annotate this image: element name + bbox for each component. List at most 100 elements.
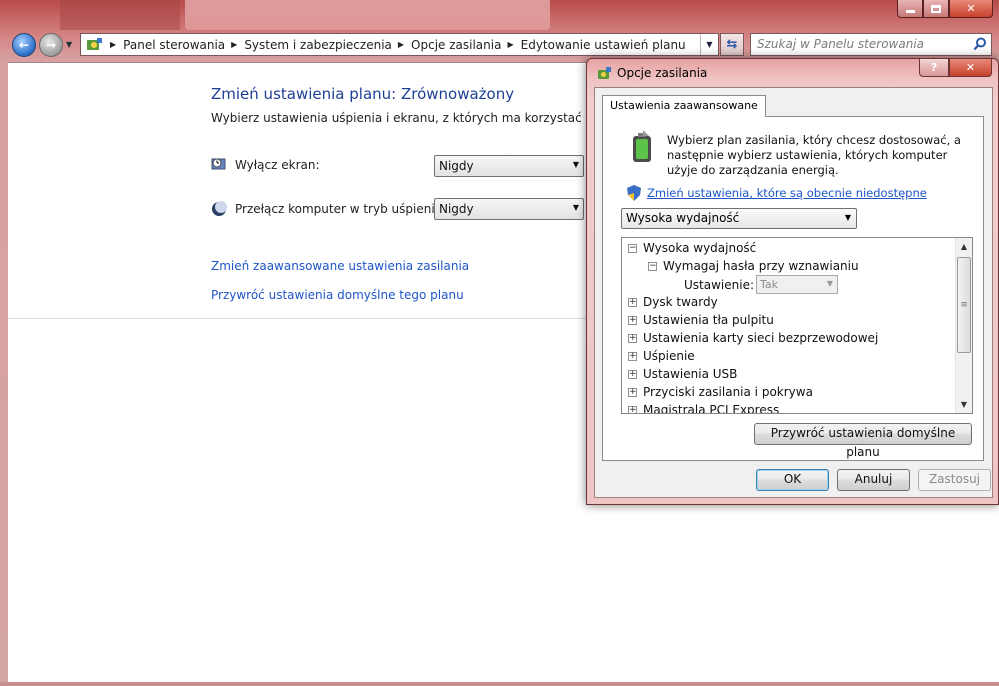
display-off-value: Nigdy <box>439 159 474 173</box>
breadcrumb-separator-icon[interactable]: ▶ <box>398 40 404 49</box>
chevron-down-icon: ▼ <box>572 160 579 169</box>
tree-item-label: Magistrala PCI Express <box>643 403 780 414</box>
tree-item[interactable]: + Ustawienia USB <box>628 367 737 381</box>
tree-item-label: Uśpienie <box>643 349 695 363</box>
tree-child[interactable]: − Wymagaj hasła przy wznawianiu <box>648 259 859 273</box>
expand-icon[interactable]: + <box>628 405 637 413</box>
forward-arrow-icon: → <box>45 38 57 52</box>
uac-shield-icon <box>627 185 641 201</box>
tree-scrollbar[interactable]: ▲ ≡ ▼ <box>955 238 972 413</box>
expand-icon[interactable]: + <box>628 387 637 397</box>
background-window-glimpse <box>185 0 550 30</box>
search-icon[interactable] <box>973 37 987 54</box>
breadcrumb-item[interactable]: System i zabezpieczenia <box>244 38 392 52</box>
intro-text: Wybierz plan zasilania, który chcesz dos… <box>667 133 961 177</box>
tree-item[interactable]: + Uśpienie <box>628 349 695 363</box>
refresh-button[interactable]: ⇆ <box>720 33 744 56</box>
moon-icon <box>212 201 227 216</box>
sleep-select[interactable]: Nigdy ▼ <box>434 198 584 220</box>
close-icon: ✕ <box>966 2 976 15</box>
breadcrumb-separator-icon[interactable]: ▶ <box>231 40 237 49</box>
expand-icon[interactable]: + <box>628 369 637 379</box>
chevron-down-icon: ▼ <box>826 279 833 288</box>
collapse-icon[interactable]: − <box>628 243 637 253</box>
advanced-settings-link[interactable]: Zmień zaawansowane ustawienia zasilania <box>211 259 469 273</box>
setting-row: Ustawienie: Tak ▼ <box>684 275 838 294</box>
close-icon: ✕ <box>965 61 976 74</box>
dialog-close-button[interactable]: ✕ <box>949 59 992 77</box>
cancel-button[interactable]: Anuluj <box>837 469 910 491</box>
tab-advanced-settings[interactable]: Ustawienia zaawansowane <box>602 95 766 117</box>
page-subtitle: Wybierz ustawienia uśpienia i ekranu, z … <box>211 111 647 125</box>
expand-icon[interactable]: + <box>628 351 637 361</box>
recent-pages-dropdown[interactable]: ▼ <box>66 40 72 49</box>
tree-root[interactable]: − Wysoka wydajność <box>628 241 756 255</box>
tree-item[interactable]: + Przyciski zasilania i pokrywa <box>628 385 813 399</box>
breadcrumb-item[interactable]: Edytowanie ustawień planu <box>521 38 686 52</box>
chevron-down-icon: ▼ <box>572 203 579 212</box>
search-input[interactable]: Szukaj w Panelu sterowania <box>750 33 992 56</box>
breadcrumb-item[interactable]: Opcje zasilania <box>411 38 501 52</box>
change-unavailable-settings-link[interactable]: Zmień ustawienia, które są obecnie niedo… <box>627 185 927 201</box>
scroll-up-icon[interactable]: ▲ <box>956 238 972 255</box>
expand-icon[interactable]: + <box>628 297 637 307</box>
display-off-select[interactable]: Nigdy ▼ <box>434 155 584 177</box>
sleep-label: Przełącz komputer w tryb uśpienia: <box>235 202 447 216</box>
setting-label: Ustawienie: <box>684 277 754 292</box>
plan-select[interactable]: Wysoka wydajność ▼ <box>621 208 857 229</box>
background-window-glimpse <box>60 0 180 30</box>
scroll-down-icon[interactable]: ▼ <box>956 396 972 413</box>
shield-link-label: Zmień ustawienia, które są obecnie niedo… <box>647 186 927 200</box>
breadcrumb-item[interactable]: Panel sterowania <box>123 38 225 52</box>
tree-item[interactable]: + Ustawienia tła pulpitu <box>628 313 774 327</box>
display-off-row: Wyłącz ekran: <box>211 157 320 173</box>
address-dropdown-icon[interactable]: ▼ <box>700 34 718 55</box>
display-clock-icon <box>211 158 226 170</box>
breadcrumb-separator-icon[interactable]: ▶ <box>110 40 116 49</box>
tree-item[interactable]: + Dysk twardy <box>628 295 718 309</box>
help-icon: ? <box>930 61 938 74</box>
page-title: Zmień ustawienia planu: Zrównoważony <box>211 85 515 103</box>
sleep-row: Przełącz komputer w tryb uśpienia: <box>211 201 446 217</box>
forward-button[interactable]: → <box>39 33 63 57</box>
dialog-body: Ustawienia zaawansowane Wybierz plan zas… <box>594 87 993 498</box>
breadcrumb-separator-icon[interactable]: ▶ <box>507 40 513 49</box>
power-options-dialog: Opcje zasilania ? ✕ Ustawienia zaawansow… <box>586 58 999 505</box>
expand-icon[interactable]: + <box>628 333 637 343</box>
settings-tree: − Wysoka wydajność − Wymagaj hasła przy … <box>621 237 973 414</box>
battery-icon <box>627 130 657 167</box>
restore-plan-defaults-button[interactable]: Przywróć ustawienia domyślne planu <box>754 423 972 459</box>
divider <box>8 318 591 319</box>
search-placeholder: Szukaj w Panelu sterowania <box>757 37 925 51</box>
tree-item-label: Ustawienia USB <box>643 367 738 381</box>
restore-defaults-link[interactable]: Przywróć ustawienia domyślne tego planu <box>211 288 464 302</box>
minimize-button[interactable] <box>897 0 923 18</box>
setting-value-select[interactable]: Tak ▼ <box>756 275 838 294</box>
close-button[interactable]: ✕ <box>949 0 993 18</box>
dialog-title: Opcje zasilania <box>617 66 708 80</box>
apply-button[interactable]: Zastosuj <box>918 469 991 491</box>
tree-item-label: Ustawienia tła pulpitu <box>643 313 774 327</box>
address-bar[interactable]: ▶ Panel sterowania ▶ System i zabezpiecz… <box>80 33 719 56</box>
back-button[interactable]: ← <box>12 33 36 57</box>
tree-item-label: Przyciski zasilania i pokrywa <box>643 385 813 399</box>
tree-item[interactable]: + Ustawienia karty sieci bezprzewodowej <box>628 331 878 345</box>
chevron-down-icon: ▼ <box>844 213 851 222</box>
maximize-icon <box>931 4 941 13</box>
power-options-icon <box>596 66 612 85</box>
tree-item-label: Dysk twardy <box>643 295 718 309</box>
scroll-thumb[interactable]: ≡ <box>957 257 971 353</box>
tree-item-label: Ustawienia karty sieci bezprzewodowej <box>643 331 879 345</box>
ok-button[interactable]: OK <box>756 469 829 491</box>
window-bottom-border <box>0 682 999 686</box>
tab-page: Wybierz plan zasilania, który chcesz dos… <box>602 116 984 461</box>
collapse-icon[interactable]: − <box>648 261 657 271</box>
tree-item[interactable]: + Magistrala PCI Express <box>628 403 780 414</box>
expand-icon[interactable]: + <box>628 315 637 325</box>
maximize-button[interactable] <box>923 0 949 18</box>
refresh-icon: ⇆ <box>726 37 738 52</box>
setting-value: Tak <box>760 278 779 291</box>
window-caption-buttons: ✕ <box>897 0 993 18</box>
help-button[interactable]: ? <box>919 59 949 77</box>
sleep-value: Nigdy <box>439 202 474 216</box>
